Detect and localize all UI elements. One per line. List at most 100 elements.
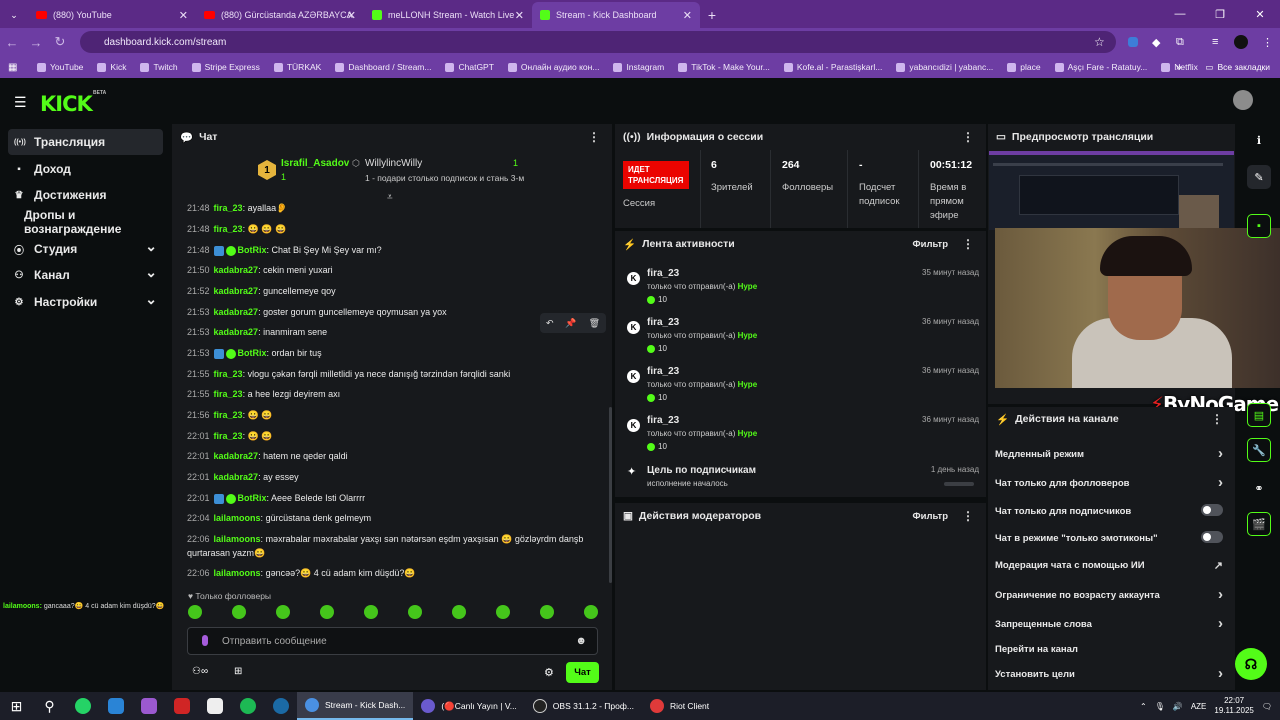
channel-action-6[interactable]: Ограничение по возрасту аккаунта › — [995, 586, 1227, 603]
channel-action-8[interactable]: Перейти на канал — [995, 644, 1227, 655]
edit-icon[interactable]: ✎ — [1247, 165, 1271, 189]
clapper-icon[interactable]: 🎬 — [1247, 512, 1271, 536]
toggle-switch[interactable] — [1201, 504, 1223, 516]
emote-icon[interactable] — [540, 605, 554, 619]
chat-message[interactable]: 22:06 lailamoons: məxrabalar məxrabalar y… — [187, 534, 583, 545]
more-bookmarks-icon[interactable]: » — [1176, 62, 1182, 73]
chat-message-input[interactable]: Отправить сообщение ☻ — [187, 627, 598, 655]
close-tab-icon[interactable]: ✕ — [683, 9, 692, 22]
close-window-icon[interactable]: ✕ — [1240, 0, 1280, 28]
chat-message[interactable]: 21:48 BotRix: Chat Bi Şey Mi Şey var mı? — [187, 245, 382, 256]
close-tab-icon[interactable]: ✕ — [347, 9, 356, 22]
sidebar-item-2[interactable]: ▪ Доход — [8, 156, 163, 182]
support-chat-button[interactable]: ☊ — [1235, 648, 1267, 680]
copilot-button[interactable] — [132, 692, 165, 720]
all-bookmarks-button[interactable]: ▭ Все закладки — [1205, 56, 1270, 78]
emote-icon[interactable] — [452, 605, 466, 619]
wrench-icon[interactable]: 🔧 — [1247, 438, 1271, 462]
chat-username[interactable]: BotRix — [238, 348, 267, 358]
taskbar-app[interactable]: (🔴Canlı Yayın | V... — [413, 692, 524, 720]
chat-username[interactable]: kadabra27 — [214, 472, 259, 482]
chat-message[interactable]: 21:50 kadabra27: cekin meni yuxari — [187, 265, 333, 275]
bookmark-item[interactable]: place — [1000, 62, 1047, 72]
bookmark-item[interactable]: Twitch — [133, 62, 184, 72]
bookmark-item[interactable]: Dashboard / Stream... — [328, 62, 438, 72]
chat-username[interactable]: BotRix — [238, 493, 267, 503]
channel-action-2[interactable]: Чат только для фолловеров › — [995, 474, 1227, 491]
bookmark-star-icon[interactable]: ☆ — [1094, 35, 1105, 49]
delete-icon[interactable]: 🗑 — [589, 318, 600, 329]
activity-item[interactable]: Kfira_23 только что отправил(-а) Hype 10 36… — [627, 317, 979, 359]
restore-icon[interactable]: ❐ — [1200, 0, 1240, 28]
chat-username[interactable]: fira_23 — [214, 369, 243, 379]
chat-message[interactable]: 22:04 lailamoons: gürcüstana denk gelmeym — [187, 513, 371, 523]
apps-grid-icon[interactable]: ▦ — [8, 62, 17, 73]
search-button[interactable]: ⚲ — [33, 692, 66, 720]
browser-tab[interactable]: meLLONH Stream - Watch Live ✕ — [364, 2, 532, 28]
goal-item[interactable]: ✦ Цель по подписчикам исполнение началос… — [627, 465, 979, 495]
collapse-pinned-icon[interactable]: ⩡ — [387, 192, 393, 203]
bookmark-item[interactable]: Aşçı Fare - Ratatuy... — [1048, 62, 1155, 72]
taskbar-app[interactable]: OBS 31.1.2 - Проф... — [525, 692, 642, 720]
sidebar-item-1[interactable]: ((•)) Трансляция — [8, 129, 163, 155]
channel-menu-icon[interactable]: ⋮ — [1211, 412, 1223, 426]
forward-icon[interactable]: → — [24, 35, 48, 50]
steam-button[interactable] — [264, 692, 297, 720]
chat-message[interactable]: 22:01 BotRix: Aeee Belede Isti Olarrrr — [187, 493, 365, 504]
close-tab-icon[interactable]: ✕ — [179, 9, 188, 22]
stream-preview-screen[interactable] — [989, 151, 1234, 230]
user-avatar[interactable] — [1233, 90, 1253, 110]
chat-message[interactable]: 21:48 fira_23: ayallaa👂 — [187, 203, 287, 214]
chat-message[interactable]: 21:48 fira_23: 😀 😀 😀 — [187, 224, 286, 235]
chat-menu-icon[interactable]: ⋮ — [588, 130, 600, 144]
lang-indicator[interactable]: AZE — [1191, 702, 1207, 711]
tool-icon[interactable]: ▤ — [1247, 403, 1271, 427]
bookmark-item[interactable]: YouTube — [30, 62, 90, 72]
emote-icon[interactable] — [188, 605, 202, 619]
extension-icon[interactable]: ◆ — [1152, 36, 1160, 49]
send-chat-button[interactable]: Чат — [566, 662, 599, 683]
emote-icon[interactable] — [232, 605, 246, 619]
mic-icon[interactable]: 🎙 — [1155, 702, 1165, 711]
chat-message[interactable]: 21:53 BotRix: ordan bir tuş — [187, 348, 322, 359]
bookmark-item[interactable]: TikTok - Make Your... — [671, 62, 777, 72]
tab-groups-icon[interactable]: ≡ — [1212, 36, 1218, 48]
chat-username[interactable]: kadabra27 — [214, 286, 259, 296]
emote-icon[interactable] — [584, 605, 598, 619]
start-button[interactable]: ⊞ — [0, 692, 33, 720]
clock[interactable]: 22:07 19.11.2025 — [1214, 696, 1253, 716]
bookmark-item[interactable]: Kofe.al - Parastişkarl... — [777, 62, 890, 72]
chat-message[interactable]: 21:56 fira_23: 😀 😀 — [187, 410, 273, 421]
chat-message[interactable]: 21:53 kadabra27: goster gorum guncellemey… — [187, 307, 447, 317]
emote-icon[interactable] — [276, 605, 290, 619]
chat-scrollbar[interactable] — [609, 407, 612, 583]
chat-message[interactable]: qurtarasan yazm😀 — [187, 548, 265, 559]
browser-menu-icon[interactable]: ⋮ — [1262, 36, 1273, 49]
activity-item[interactable]: Kfira_23 только что отправил(-а) Hype 10 35… — [627, 268, 979, 310]
chat-message[interactable]: 21:55 fira_23: a hee lezgi deyirem axı — [187, 389, 340, 399]
tab-search-button[interactable]: ⌄ — [0, 2, 28, 28]
emote-icon[interactable] — [408, 605, 422, 619]
chat-username[interactable]: fira_23 — [214, 389, 243, 399]
chat-username[interactable]: fira_23 — [214, 431, 243, 441]
info-icon[interactable]: ℹ — [1247, 128, 1271, 152]
activity-menu-icon[interactable]: ⋮ — [962, 237, 974, 251]
bookmark-item[interactable]: yabancıdizi | yabanc... — [889, 62, 1000, 72]
pin-icon[interactable]: 📌 — [565, 318, 576, 329]
taskbar-app[interactable]: Stream - Kick Dash... — [297, 692, 414, 720]
emoji-picker-icon[interactable]: ☻ — [575, 635, 587, 647]
emote-icon[interactable] — [364, 605, 378, 619]
chat-username[interactable]: fira_23 — [214, 203, 243, 213]
reload-icon[interactable]: ↻ — [48, 34, 72, 50]
browser-tab-active[interactable]: Stream - Kick Dashboard ✕ — [532, 2, 700, 28]
channel-action-1[interactable]: Медленный режим › — [995, 445, 1227, 462]
url-field[interactable]: dashboard.kick.com/stream — [80, 31, 1116, 53]
chat-username[interactable]: lailamoons — [214, 513, 261, 523]
chat-username[interactable]: lailamoons — [214, 534, 261, 544]
taskbar-app[interactable]: Riot Client — [642, 692, 717, 720]
chat-message[interactable]: 21:52 kadabra27: guncellemeye qoy — [187, 286, 336, 296]
leaderboard-user[interactable]: Israfil_Asadov — [281, 158, 349, 169]
channel-action-4[interactable]: Чат в режиме "только эмотиконы" — [995, 531, 1227, 544]
microphone-icon[interactable] — [202, 635, 208, 646]
activity-item[interactable]: Kfira_23 только что отправил(-а) Hype 10 36… — [627, 366, 979, 408]
